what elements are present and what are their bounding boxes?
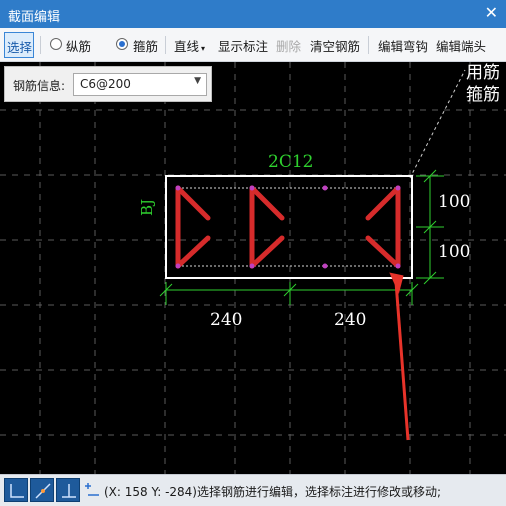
rebar-info-select[interactable]: C6@200 ▼ [73, 73, 207, 96]
toolbar-separator [165, 36, 166, 54]
select-button[interactable]: 选择 [4, 32, 34, 58]
coordinate-icon [85, 483, 99, 496]
inner-stirrup-outline [177, 187, 401, 267]
top-rebar-label[interactable]: 2C12 [268, 152, 313, 172]
rebar-info-value: C6@200 [80, 77, 131, 91]
dim-right-top[interactable]: 100 [438, 192, 470, 212]
show-annotation-button[interactable]: 显示标注 [218, 36, 268, 55]
status-text: (X: 158 Y: -284)选择钢筋进行编辑，选择标注进行修改或移动; [104, 485, 442, 499]
title-bar: 截面编辑 ✕ [0, 0, 506, 28]
dim-bottom-right[interactable]: 240 [334, 310, 366, 330]
stirrup-radio[interactable] [116, 38, 128, 50]
longitudinal-label[interactable]: 纵筋 [66, 36, 91, 55]
clear-rebar-button[interactable]: 清空钢筋 [310, 36, 360, 55]
ortho-snap-button[interactable] [4, 478, 28, 502]
dimension-lines [159, 169, 444, 305]
stirrup-hooks [175, 185, 401, 269]
longitudinal-radio[interactable] [50, 38, 62, 50]
side-label[interactable]: BJ [138, 199, 156, 216]
polar-icon [35, 483, 51, 499]
note-leader-line [409, 69, 466, 179]
section-outline [165, 175, 413, 279]
chevron-down-icon: ▾ [201, 44, 206, 53]
rebar-info-panel: 钢筋信息: C6@200 ▼ [4, 66, 212, 102]
edit-hook-button[interactable]: 编辑弯钩 [378, 36, 428, 55]
rebar-info-label: 钢筋信息: [13, 79, 66, 93]
section-drawing [0, 62, 506, 474]
dim-right-bottom[interactable]: 100 [438, 242, 470, 262]
toolbar-separator [40, 36, 41, 54]
status-bar: (X: 158 Y: -284)选择钢筋进行编辑，选择标注进行修改或移动; [0, 474, 506, 506]
close-icon[interactable]: ✕ [485, 3, 498, 22]
perpendicular-snap-button[interactable] [56, 478, 80, 502]
delete-button[interactable]: 删除 [276, 36, 301, 55]
dim-bottom-left[interactable]: 240 [210, 310, 242, 330]
edit-end-button[interactable]: 编辑端头 [436, 36, 486, 55]
toolbar-separator [368, 36, 369, 54]
stirrup-label[interactable]: 箍筋 [133, 36, 158, 55]
drawing-canvas[interactable]: 2C12 BJ 240 240 100 100 用筋 箍筋 钢筋信息: C6@2… [0, 62, 506, 474]
polar-snap-button[interactable] [30, 478, 54, 502]
ortho-icon [10, 484, 24, 498]
line-dropdown[interactable]: 直线 ▾ [174, 36, 205, 55]
perpendicular-icon [62, 484, 76, 498]
pointer-arrow [389, 272, 410, 441]
rebar-points [175, 185, 401, 269]
toolbar: 选择 纵筋 箍筋 直线 ▾ 显示标注 删除 清空钢筋 编辑弯钩 编辑端头 [0, 28, 506, 62]
line-label: 直线 [174, 39, 200, 54]
window-title: 截面编辑 [8, 10, 61, 25]
note-line-2: 箍筋 [466, 85, 500, 105]
chevron-down-icon: ▼ [194, 76, 201, 86]
